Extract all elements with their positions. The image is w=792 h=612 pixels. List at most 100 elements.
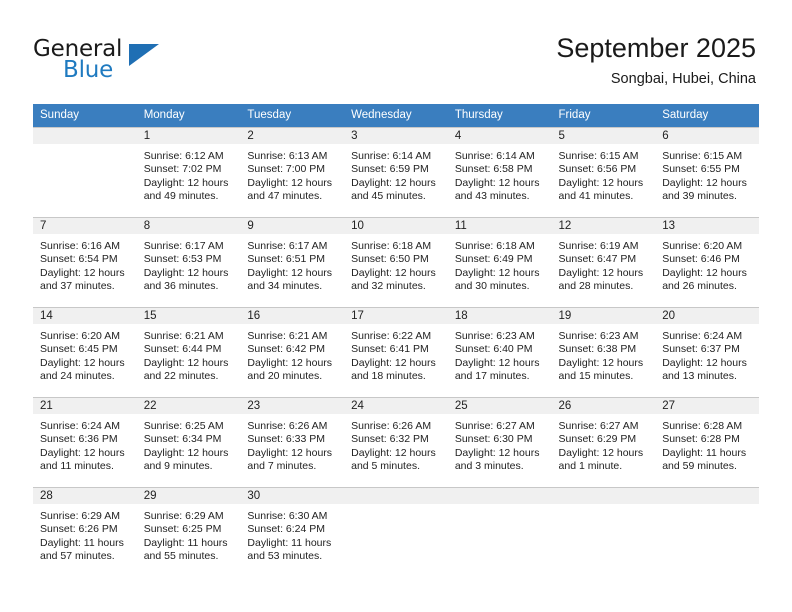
- calendar-day-cell[interactable]: 30 Sunrise: 6:30 AM Sunset: 6:24 PM Dayligh…: [240, 487, 345, 577]
- day-number: 26: [551, 398, 656, 414]
- day-details: Sunrise: 6:23 AM Sunset: 6:38 PM Daylight:…: [552, 324, 656, 383]
- calendar-day-cell[interactable]: 10 Sunrise: 6:18 AM Sunset: 6:50 PM Dayligh…: [344, 217, 448, 307]
- day-cell-inner: 11 Sunrise: 6:18 AM Sunset: 6:49 PM Dayligh…: [447, 217, 552, 307]
- calendar-day-cell[interactable]: 12 Sunrise: 6:19 AM Sunset: 6:47 PM Dayligh…: [551, 217, 656, 307]
- calendar-day-cell[interactable]: [551, 487, 656, 577]
- day-cell-inner: 18 Sunrise: 6:23 AM Sunset: 6:40 PM Dayligh…: [447, 307, 552, 397]
- sunrise-text: Sunrise: 6:21 AM: [143, 330, 224, 342]
- sunset-text: Sunset: 6:30 PM: [454, 433, 533, 446]
- calendar-day-cell[interactable]: 8 Sunrise: 6:17 AM Sunset: 6:53 PM Daylight…: [136, 217, 241, 307]
- calendar-day-cell[interactable]: 27 Sunrise: 6:28 AM Sunset: 6:28 PM Dayligh…: [655, 397, 759, 487]
- daylight-text-line1: Daylight: 12 hours: [40, 266, 125, 279]
- daylight-text-line2: and 59 minutes.: [662, 459, 737, 472]
- day-cell-inner: 13 Sunrise: 6:20 AM Sunset: 6:46 PM Dayligh…: [655, 217, 759, 307]
- calendar-day-cell[interactable]: 23 Sunrise: 6:26 AM Sunset: 6:33 PM Dayligh…: [240, 397, 345, 487]
- weekday-header-sunday: Sunday: [33, 104, 137, 127]
- calendar-day-cell[interactable]: [344, 487, 448, 577]
- day-cell-inner: 6 Sunrise: 6:15 AM Sunset: 6:55 PM Daylight…: [655, 127, 759, 217]
- calendar-day-cell[interactable]: [655, 487, 759, 577]
- day-number: [655, 488, 759, 504]
- calendar-day-cell[interactable]: 20 Sunrise: 6:24 AM Sunset: 6:37 PM Dayligh…: [655, 307, 759, 397]
- calendar-day-cell[interactable]: 29 Sunrise: 6:29 AM Sunset: 6:25 PM Dayligh…: [136, 487, 241, 577]
- day-details: Sunrise: 6:17 AM Sunset: 6:53 PM Daylight:…: [137, 234, 241, 293]
- general-blue-logo[interactable]: General Blue: [33, 36, 213, 86]
- day-cell-inner: 29 Sunrise: 6:29 AM Sunset: 6:25 PM Dayligh…: [136, 487, 241, 577]
- sunset-text: Sunset: 6:44 PM: [143, 343, 222, 356]
- weekday-header-thursday: Thursday: [447, 104, 552, 127]
- calendar-day-cell[interactable]: 9 Sunrise: 6:17 AM Sunset: 6:51 PM Daylight…: [240, 217, 345, 307]
- day-cell-inner: [447, 487, 552, 577]
- sunrise-text: Sunrise: 6:27 AM: [454, 420, 535, 432]
- sunrise-text: Sunrise: 6:14 AM: [454, 150, 535, 162]
- calendar-day-cell[interactable]: 5 Sunrise: 6:15 AM Sunset: 6:56 PM Daylight…: [551, 127, 656, 217]
- calendar-day-cell[interactable]: 14 Sunrise: 6:20 AM Sunset: 6:45 PM Dayligh…: [33, 307, 137, 397]
- calendar-day-cell[interactable]: 6 Sunrise: 6:15 AM Sunset: 6:55 PM Daylight…: [655, 127, 759, 217]
- sunset-text: Sunset: 6:26 PM: [40, 523, 118, 536]
- daylight-text-line2: and 34 minutes.: [247, 279, 323, 292]
- day-cell-inner: 15 Sunrise: 6:21 AM Sunset: 6:44 PM Dayligh…: [136, 307, 241, 397]
- day-details: Sunrise: 6:15 AM Sunset: 6:55 PM Daylight:…: [655, 144, 759, 203]
- calendar-day-cell[interactable]: 18 Sunrise: 6:23 AM Sunset: 6:40 PM Dayligh…: [447, 307, 552, 397]
- sunset-text: Sunset: 6:47 PM: [558, 253, 637, 266]
- day-details: [344, 504, 448, 510]
- daylight-text-line1: Daylight: 12 hours: [247, 446, 333, 459]
- calendar-day-cell[interactable]: 22 Sunrise: 6:25 AM Sunset: 6:34 PM Dayligh…: [136, 397, 241, 487]
- title-block: September 2025 Songbai, Hubei, China: [556, 32, 756, 88]
- day-details: Sunrise: 6:22 AM Sunset: 6:41 PM Daylight:…: [344, 324, 448, 383]
- calendar-day-cell[interactable]: 24 Sunrise: 6:26 AM Sunset: 6:32 PM Dayligh…: [344, 397, 448, 487]
- day-number: [447, 488, 552, 504]
- calendar-day-cell[interactable]: 26 Sunrise: 6:27 AM Sunset: 6:29 PM Dayligh…: [551, 397, 656, 487]
- sunset-text: Sunset: 6:51 PM: [247, 253, 326, 266]
- sunrise-text: Sunrise: 6:29 AM: [143, 510, 224, 522]
- day-number: 2: [240, 128, 345, 144]
- calendar-day-cell[interactable]: 15 Sunrise: 6:21 AM Sunset: 6:44 PM Dayligh…: [136, 307, 241, 397]
- sunset-text: Sunset: 6:40 PM: [454, 343, 533, 356]
- daylight-text-line2: and 1 minute.: [558, 459, 623, 472]
- day-cell-inner: 20 Sunrise: 6:24 AM Sunset: 6:37 PM Dayligh…: [655, 307, 759, 397]
- calendar-day-cell[interactable]: 1 Sunrise: 6:12 AM Sunset: 7:02 PM Daylight…: [136, 127, 241, 217]
- day-number: 1: [136, 128, 241, 144]
- daylight-text-line2: and 41 minutes.: [558, 189, 634, 202]
- calendar-day-cell[interactable]: 2 Sunrise: 6:13 AM Sunset: 7:00 PM Daylight…: [240, 127, 345, 217]
- calendar-day-cell[interactable]: 28 Sunrise: 6:29 AM Sunset: 6:26 PM Dayligh…: [33, 487, 137, 577]
- day-cell-inner: 19 Sunrise: 6:23 AM Sunset: 6:38 PM Dayligh…: [551, 307, 656, 397]
- calendar-week-row: 28 Sunrise: 6:29 AM Sunset: 6:26 PM Dayligh…: [33, 487, 759, 577]
- day-number: 17: [344, 308, 448, 324]
- day-number: [33, 128, 137, 144]
- daylight-text-line1: Daylight: 12 hours: [247, 356, 333, 369]
- calendar-day-cell[interactable]: 7 Sunrise: 6:16 AM Sunset: 6:54 PM Daylight…: [33, 217, 137, 307]
- day-cell-inner: 3 Sunrise: 6:14 AM Sunset: 6:59 PM Daylight…: [344, 127, 448, 217]
- calendar-day-cell[interactable]: 19 Sunrise: 6:23 AM Sunset: 6:38 PM Dayligh…: [551, 307, 656, 397]
- daylight-text-line2: and 26 minutes.: [662, 279, 737, 292]
- daylight-text-line2: and 9 minutes.: [143, 459, 213, 472]
- daylight-text-line1: Daylight: 12 hours: [454, 176, 540, 189]
- calendar-day-cell[interactable]: 3 Sunrise: 6:14 AM Sunset: 6:59 PM Daylight…: [344, 127, 448, 217]
- day-details: Sunrise: 6:12 AM Sunset: 7:02 PM Daylight:…: [137, 144, 241, 203]
- day-number: 23: [240, 398, 345, 414]
- day-details: Sunrise: 6:18 AM Sunset: 6:49 PM Daylight:…: [448, 234, 552, 293]
- calendar-day-cell[interactable]: [447, 487, 552, 577]
- day-number: 24: [344, 398, 448, 414]
- sunset-text: Sunset: 6:29 PM: [558, 433, 637, 446]
- day-details: Sunrise: 6:28 AM Sunset: 6:28 PM Daylight:…: [655, 414, 759, 473]
- sunrise-text: Sunrise: 6:13 AM: [247, 150, 328, 162]
- calendar-day-cell[interactable]: 11 Sunrise: 6:18 AM Sunset: 6:49 PM Dayligh…: [447, 217, 552, 307]
- day-number: 8: [136, 218, 241, 234]
- calendar-day-cell[interactable]: 25 Sunrise: 6:27 AM Sunset: 6:30 PM Dayligh…: [447, 397, 552, 487]
- calendar-day-cell[interactable]: 16 Sunrise: 6:21 AM Sunset: 6:42 PM Dayligh…: [240, 307, 345, 397]
- day-details: Sunrise: 6:23 AM Sunset: 6:40 PM Daylight:…: [448, 324, 552, 383]
- weekday-header-tuesday: Tuesday: [240, 104, 345, 127]
- calendar-day-cell[interactable]: 13 Sunrise: 6:20 AM Sunset: 6:46 PM Dayligh…: [655, 217, 759, 307]
- day-number: 30: [240, 488, 345, 504]
- sunrise-text: Sunrise: 6:12 AM: [143, 150, 224, 162]
- day-number: 22: [136, 398, 241, 414]
- sunrise-text: Sunrise: 6:24 AM: [662, 330, 743, 342]
- day-number: 20: [655, 308, 759, 324]
- calendar-day-cell[interactable]: 21 Sunrise: 6:24 AM Sunset: 6:36 PM Dayligh…: [33, 397, 137, 487]
- sunset-text: Sunset: 6:37 PM: [662, 343, 740, 356]
- calendar-day-cell[interactable]: 4 Sunrise: 6:14 AM Sunset: 6:58 PM Daylight…: [447, 127, 552, 217]
- day-cell-inner: 12 Sunrise: 6:19 AM Sunset: 6:47 PM Dayligh…: [551, 217, 656, 307]
- day-details: Sunrise: 6:29 AM Sunset: 6:26 PM Daylight:…: [33, 504, 137, 563]
- calendar-day-cell[interactable]: [33, 127, 137, 217]
- calendar-day-cell[interactable]: 17 Sunrise: 6:22 AM Sunset: 6:41 PM Dayligh…: [344, 307, 448, 397]
